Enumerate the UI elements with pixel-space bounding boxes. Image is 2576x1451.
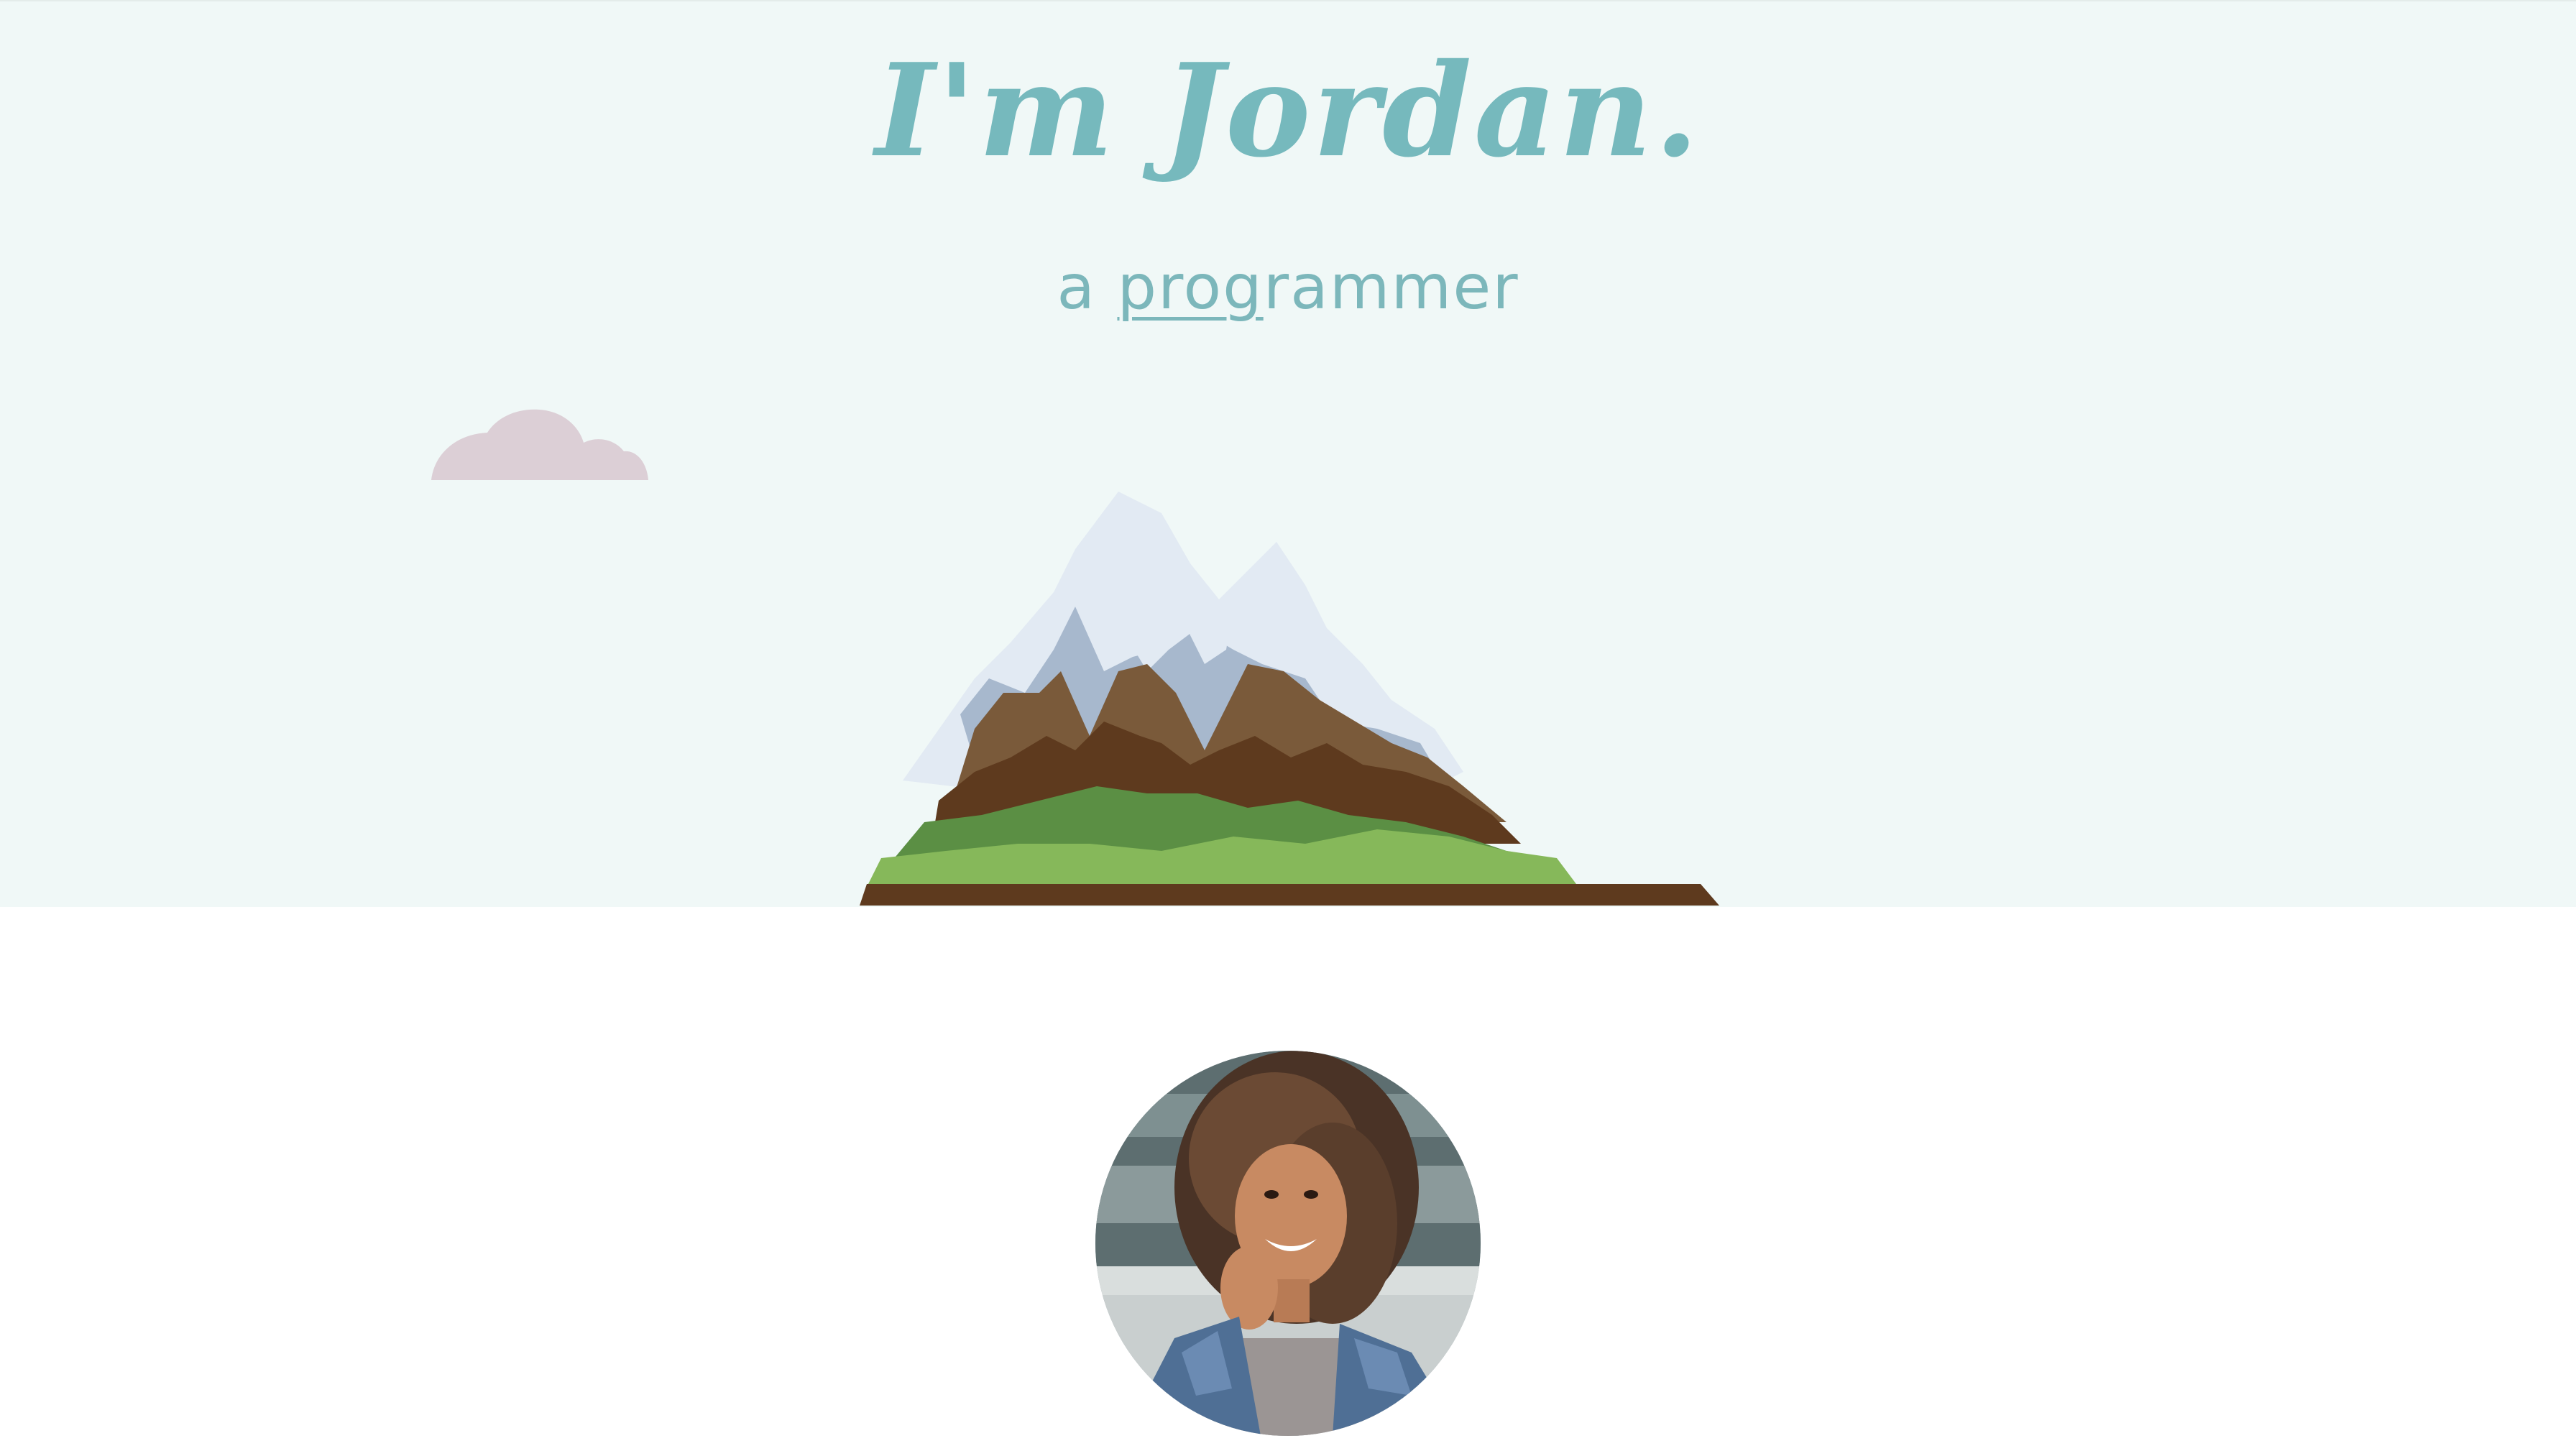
page-title: I'm Jordan. [875,35,1701,185]
mountain-illustration [860,492,1719,906]
hero-section: I'm Jordan. a programmer [0,0,2576,907]
tagline-typed-text: prog [1117,252,1264,323]
tagline-prefix: a [1057,252,1097,323]
cloud-icon [431,409,648,480]
tagline-rest-text: rammer [1263,252,1519,323]
profile-photo [1095,1051,1481,1436]
tagline: a programmer [0,252,2576,323]
